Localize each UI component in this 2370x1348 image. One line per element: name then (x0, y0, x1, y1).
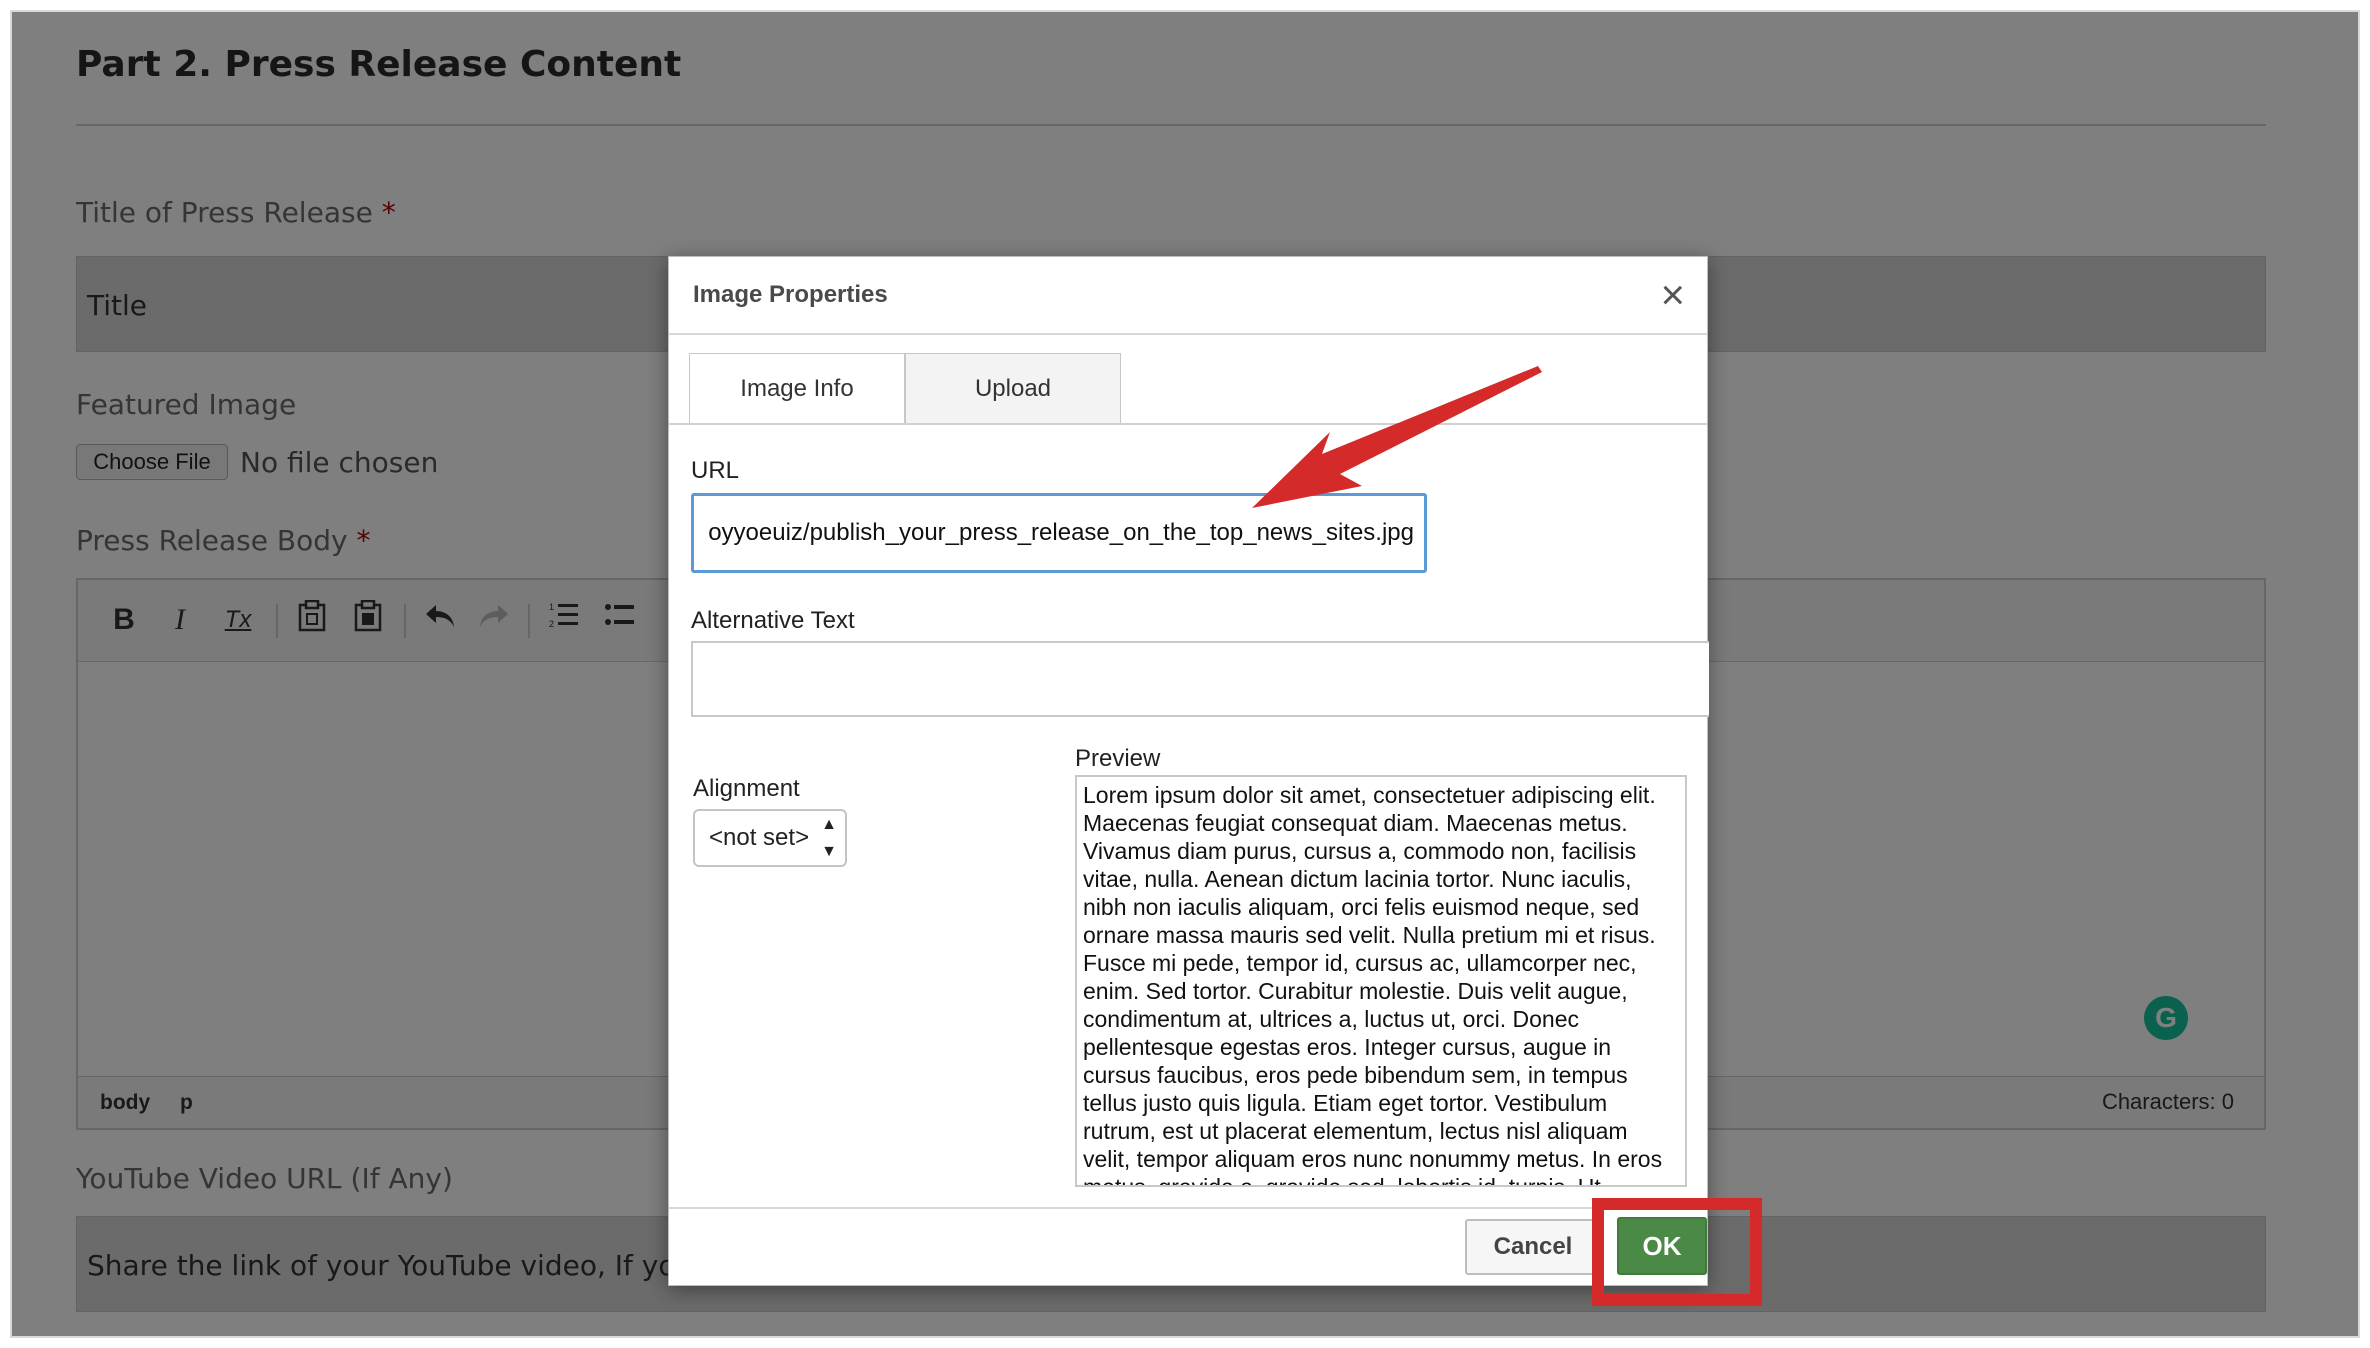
select-arrows-icon: ▲ ▼ (821, 816, 837, 860)
alignment-label: Alignment (693, 775, 800, 802)
tab-underline (669, 423, 1707, 425)
alignment-value: <not set> (709, 824, 810, 851)
alt-text-label: Alternative Text (691, 607, 855, 634)
image-preview[interactable]: Lorem ipsum dolor sit amet, consectetuer… (1075, 775, 1687, 1187)
close-icon[interactable]: × (1660, 271, 1685, 319)
tab-image-info[interactable]: Image Info (689, 353, 905, 425)
browser-frame: Part 2. Press Release Content Title of P… (10, 10, 2360, 1338)
image-properties-dialog: Image Properties × Image Info Upload URL… (668, 256, 1709, 1286)
preview-label: Preview (1075, 745, 1161, 772)
red-arrow-icon (1252, 366, 1542, 508)
alt-text-input[interactable] (691, 641, 1709, 717)
alignment-select[interactable]: <not set> ▲ ▼ (693, 809, 847, 867)
tab-upload[interactable]: Upload (905, 353, 1121, 423)
cancel-button[interactable]: Cancel (1465, 1219, 1601, 1275)
dialog-footer: Cancel OK (669, 1207, 1707, 1285)
dialog-header: Image Properties × (669, 257, 1707, 335)
url-label: URL (691, 457, 740, 484)
dialog-title: Image Properties (693, 281, 888, 308)
ok-highlight-box (1592, 1198, 1762, 1306)
